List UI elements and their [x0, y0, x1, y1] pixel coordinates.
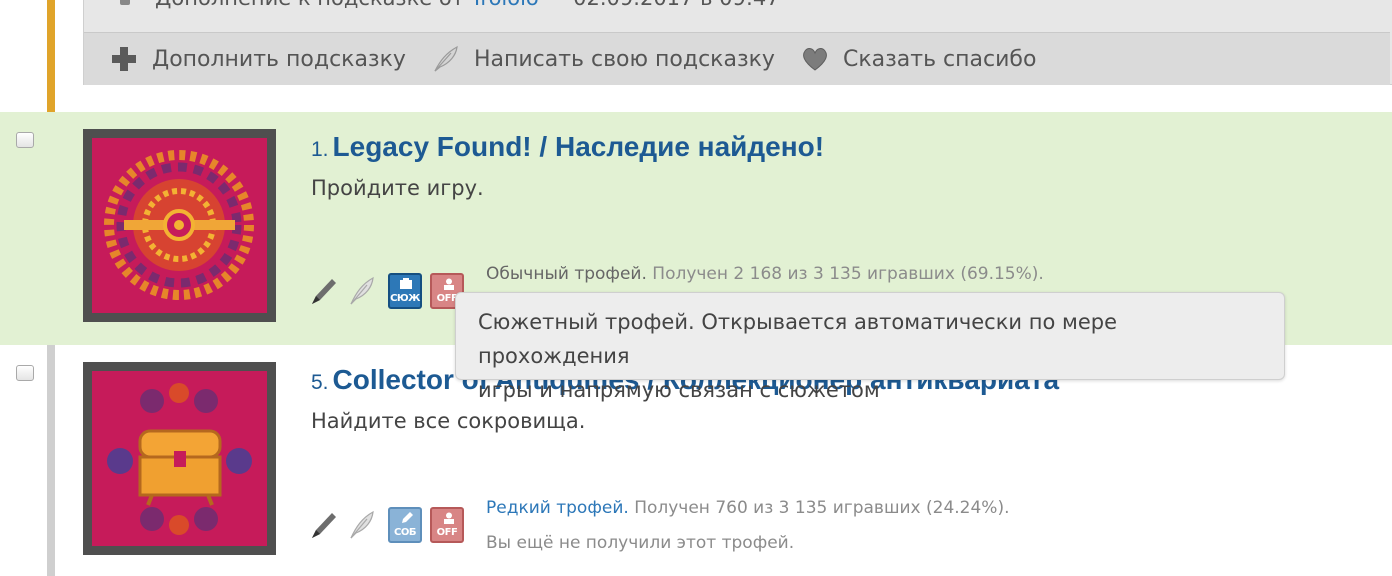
hint-meta: Дополнение к подсказке от Trololo — 02.0…: [120, 0, 780, 10]
feather-icon[interactable]: [348, 510, 376, 540]
pen-icon: [402, 512, 413, 523]
hint-actions-bar: Дополнить подсказку Написать свою подска…: [84, 32, 1390, 85]
add-to-hint-label: Дополнить подсказку: [152, 46, 406, 72]
trophy-description: Найдите все сокровища.: [311, 409, 586, 433]
add-to-hint-button[interactable]: Дополнить подсказку: [110, 45, 406, 73]
trophy-rarity-link[interactable]: Редкий трофей.: [486, 498, 629, 518]
trophy-number: 1.: [311, 138, 329, 161]
write-own-hint-button[interactable]: Написать свою подсказку: [432, 45, 775, 73]
pencil-icon[interactable]: [310, 510, 338, 540]
trophy-rarity: Обычный трофей.: [486, 264, 647, 284]
plus-icon: [110, 45, 138, 73]
offline-trophy-badge[interactable]: OFF: [430, 507, 464, 543]
say-thanks-label: Сказать спасибо: [842, 46, 1037, 72]
trophy-title: Legacy Found! / Наследие найдено!: [332, 131, 825, 162]
trophy-title-link[interactable]: 1. Legacy Found! / Наследие найдено!: [311, 131, 824, 163]
hint-author-link[interactable]: Trololo: [471, 0, 539, 10]
collectible-trophy-badge[interactable]: СОБ: [388, 507, 422, 543]
trophy-description: Пройдите игру.: [311, 176, 484, 200]
trophy-checkbox[interactable]: [16, 132, 34, 148]
treasure-chest-icon: [107, 383, 252, 535]
trophy-image: [83, 362, 276, 555]
trophy-image: [83, 129, 276, 322]
badge-tooltip: Сюжетный трофей. Открывается автоматичес…: [455, 292, 1285, 402]
pin-icon: [120, 0, 130, 5]
trophy-obtained: Получен 760 из 3 135 игравших (24.24%).: [634, 498, 1010, 518]
trophy-not-earned-note: Вы ещё не получили этот трофей.: [486, 533, 795, 553]
hint-date: — 02.09.2017 в 09:47: [545, 0, 779, 10]
write-own-hint-label: Написать свою подсказку: [473, 46, 775, 72]
trophy-checkbox[interactable]: [16, 365, 34, 381]
feather-icon[interactable]: [348, 276, 376, 306]
mandala-emblem-icon: [104, 150, 254, 300]
book-icon: [400, 278, 412, 289]
story-trophy-badge[interactable]: СЮЖ: [388, 273, 422, 309]
trophy-stats: Обычный трофей. Получен 2 168 из 3 135 и…: [486, 264, 1044, 284]
feather-icon: [432, 45, 460, 73]
row-divider: [47, 345, 55, 576]
trophy-number: 5.: [311, 371, 329, 394]
person-icon: [444, 278, 454, 290]
story-badge-label: СЮЖ: [390, 293, 420, 304]
offline-badge-label: OFF: [436, 527, 458, 538]
collectible-badge-label: СОБ: [394, 527, 416, 538]
say-thanks-button[interactable]: Сказать спасибо: [801, 45, 1036, 73]
hint-meta-prefix: Дополнение к подсказке от: [155, 0, 464, 10]
row-divider: [47, 112, 55, 345]
trophy-obtained: Получен 2 168 из 3 135 игравших (69.15%)…: [652, 264, 1044, 284]
trophy-stats: Редкий трофей. Получен 760 из 3 135 игра…: [486, 498, 1010, 518]
hint-accent-bar: [47, 0, 55, 112]
heart-icon: [801, 45, 829, 73]
person-icon: [444, 512, 454, 524]
tooltip-line-1: Сюжетный трофей. Открывается автоматичес…: [478, 310, 1118, 368]
tooltip-line-2: игры и напрямую связан с сюжетом: [478, 378, 880, 402]
pencil-icon[interactable]: [310, 276, 338, 306]
